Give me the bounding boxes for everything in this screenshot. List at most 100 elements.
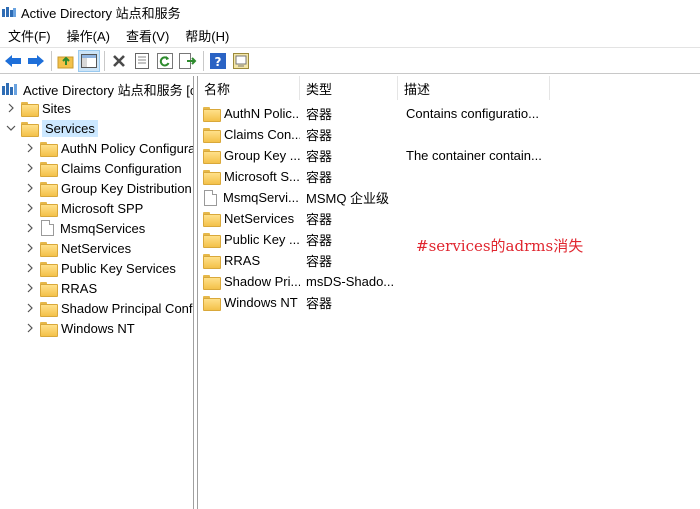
tree-pane[interactable]: Active Directory 站点和服务 [c Sites Services… — [0, 76, 194, 509]
tree-item[interactable]: RRAS — [24, 278, 97, 298]
chevron-right-icon[interactable] — [24, 282, 36, 294]
chevron-right-icon[interactable] — [24, 162, 36, 174]
list-item[interactable]: Microsoft S... 容器 — [198, 166, 700, 187]
list-item[interactable]: Windows NT 容器 — [198, 292, 700, 313]
folder-icon — [203, 149, 221, 164]
chevron-right-icon[interactable] — [24, 322, 36, 334]
list-pane[interactable]: 名称 类型 描述 AuthN Polic... 容器 Contains config… — [197, 76, 700, 509]
export-list-icon[interactable] — [177, 50, 199, 72]
chevron-down-icon[interactable] — [5, 122, 17, 134]
item-name: NetServices — [224, 211, 295, 226]
list-item[interactable]: Group Key ... 容器 The container contain... — [198, 145, 700, 166]
tree-item-services[interactable]: Services — [5, 118, 98, 138]
delete-icon[interactable] — [108, 50, 130, 72]
ad-sites-icon — [2, 82, 18, 96]
folder-icon — [40, 181, 58, 197]
list-item[interactable]: AuthN Polic... 容器 Contains configuratio... — [198, 103, 700, 124]
menu-action[interactable]: 操作(A) — [67, 26, 110, 45]
item-name: Claims Con... — [224, 127, 300, 142]
ad-sites-app-icon — [2, 6, 16, 18]
column-header-description[interactable]: 描述 — [398, 76, 550, 100]
console-icon[interactable] — [230, 50, 252, 72]
chevron-right-icon[interactable] — [24, 182, 36, 194]
refresh-icon[interactable] — [154, 50, 176, 72]
list-item[interactable]: MsmqServi... MSMQ 企业级 — [198, 187, 700, 208]
properties-icon[interactable] — [131, 50, 153, 72]
show-hide-tree-icon[interactable] — [78, 49, 100, 72]
tree-item-label: Sites — [42, 100, 71, 116]
cell-name: NetServices — [203, 208, 300, 229]
menu-bar: 文件(F) 操作(A) 查看(V) 帮助(H) — [0, 25, 700, 45]
column-header-type[interactable]: 类型 — [300, 76, 398, 100]
menu-file[interactable]: 文件(F) — [8, 26, 51, 45]
item-name: Windows NT — [224, 295, 298, 310]
item-type: 容器 — [306, 296, 333, 311]
menu-help[interactable]: 帮助(H) — [185, 26, 229, 45]
toolbar: ? — [0, 47, 700, 74]
item-description: The container contain... — [406, 148, 542, 163]
tree-item-sites[interactable]: Sites — [5, 98, 71, 118]
chevron-right-icon[interactable] — [24, 142, 36, 154]
item-type: 容器 — [306, 107, 333, 122]
tree-item[interactable]: MsmqServices — [24, 218, 145, 238]
chevron-right-icon[interactable] — [24, 202, 36, 214]
cell-name: Shadow Pri... — [203, 271, 300, 292]
tree-item[interactable]: Windows NT — [24, 318, 135, 338]
folder-icon — [203, 128, 221, 143]
item-description: Contains configuratio... — [406, 106, 539, 121]
tree-item-label: Public Key Services — [61, 260, 176, 276]
list-item[interactable]: Claims Con... 容器 — [198, 124, 700, 145]
window-title: Active Directory 站点和服务 — [21, 5, 181, 21]
list-item[interactable]: Shadow Pri... msDS-Shado... — [198, 271, 700, 292]
tree-item[interactable]: Group Key Distribution — [24, 178, 192, 198]
list-item[interactable]: NetServices 容器 — [198, 208, 700, 229]
tree-item[interactable]: AuthN Policy Configura — [24, 138, 194, 158]
tree-root-label: Active Directory 站点和服务 [c — [23, 82, 194, 98]
toolbar-separator — [104, 50, 105, 71]
toolbar-separator — [203, 50, 204, 71]
item-description — [406, 292, 546, 313]
item-name: Shadow Pri... — [224, 274, 300, 289]
cell-name: Group Key ... — [203, 145, 300, 166]
cell-name: Public Key ... — [203, 229, 300, 250]
menu-view[interactable]: 查看(V) — [126, 26, 169, 45]
folder-icon — [40, 261, 58, 277]
item-description — [406, 166, 546, 187]
tree-root[interactable]: Active Directory 站点和服务 [c — [2, 79, 194, 99]
help-icon[interactable]: ? — [207, 50, 229, 72]
back-arrow-icon[interactable] — [2, 50, 24, 72]
annotation-note: #services的adrms消失 — [416, 237, 584, 255]
folder-icon — [203, 170, 221, 185]
item-name: RRAS — [224, 253, 261, 268]
tree-item-label: Shadow Principal Conf — [61, 300, 193, 316]
column-header-name[interactable]: 名称 — [198, 76, 300, 100]
chevron-right-icon[interactable] — [5, 102, 17, 114]
item-type: 容器 — [306, 254, 333, 269]
cell-name: RRAS — [203, 250, 300, 271]
chevron-right-icon[interactable] — [24, 242, 36, 254]
item-description — [406, 187, 546, 208]
tree-item-label: Microsoft SPP — [61, 200, 144, 216]
tree-item[interactable]: Public Key Services — [24, 258, 176, 278]
up-folder-icon[interactable] — [55, 50, 77, 72]
tree-item-label: Group Key Distribution — [61, 180, 192, 196]
tree-item[interactable]: Microsoft SPP — [24, 198, 143, 218]
item-type: 容器 — [306, 170, 333, 185]
document-icon — [41, 220, 54, 236]
item-type: 容器 — [306, 233, 333, 248]
item-name: Group Key ... — [224, 148, 300, 163]
tree-item-label: Services — [42, 119, 98, 137]
tree-item[interactable]: NetServices — [24, 238, 131, 258]
tree-item-label: MsmqServices — [60, 220, 146, 236]
folder-icon — [203, 275, 221, 290]
chevron-right-icon[interactable] — [24, 222, 36, 234]
tree-item[interactable]: Claims Configuration — [24, 158, 182, 178]
tree-item-label: AuthN Policy Configura — [61, 140, 194, 156]
cell-name: AuthN Polic... — [203, 103, 300, 124]
item-name: Public Key ... — [224, 232, 300, 247]
forward-arrow-icon[interactable] — [25, 50, 47, 72]
item-description — [406, 271, 546, 292]
tree-item[interactable]: Shadow Principal Conf — [24, 298, 193, 318]
chevron-right-icon[interactable] — [24, 302, 36, 314]
chevron-right-icon[interactable] — [24, 262, 36, 274]
